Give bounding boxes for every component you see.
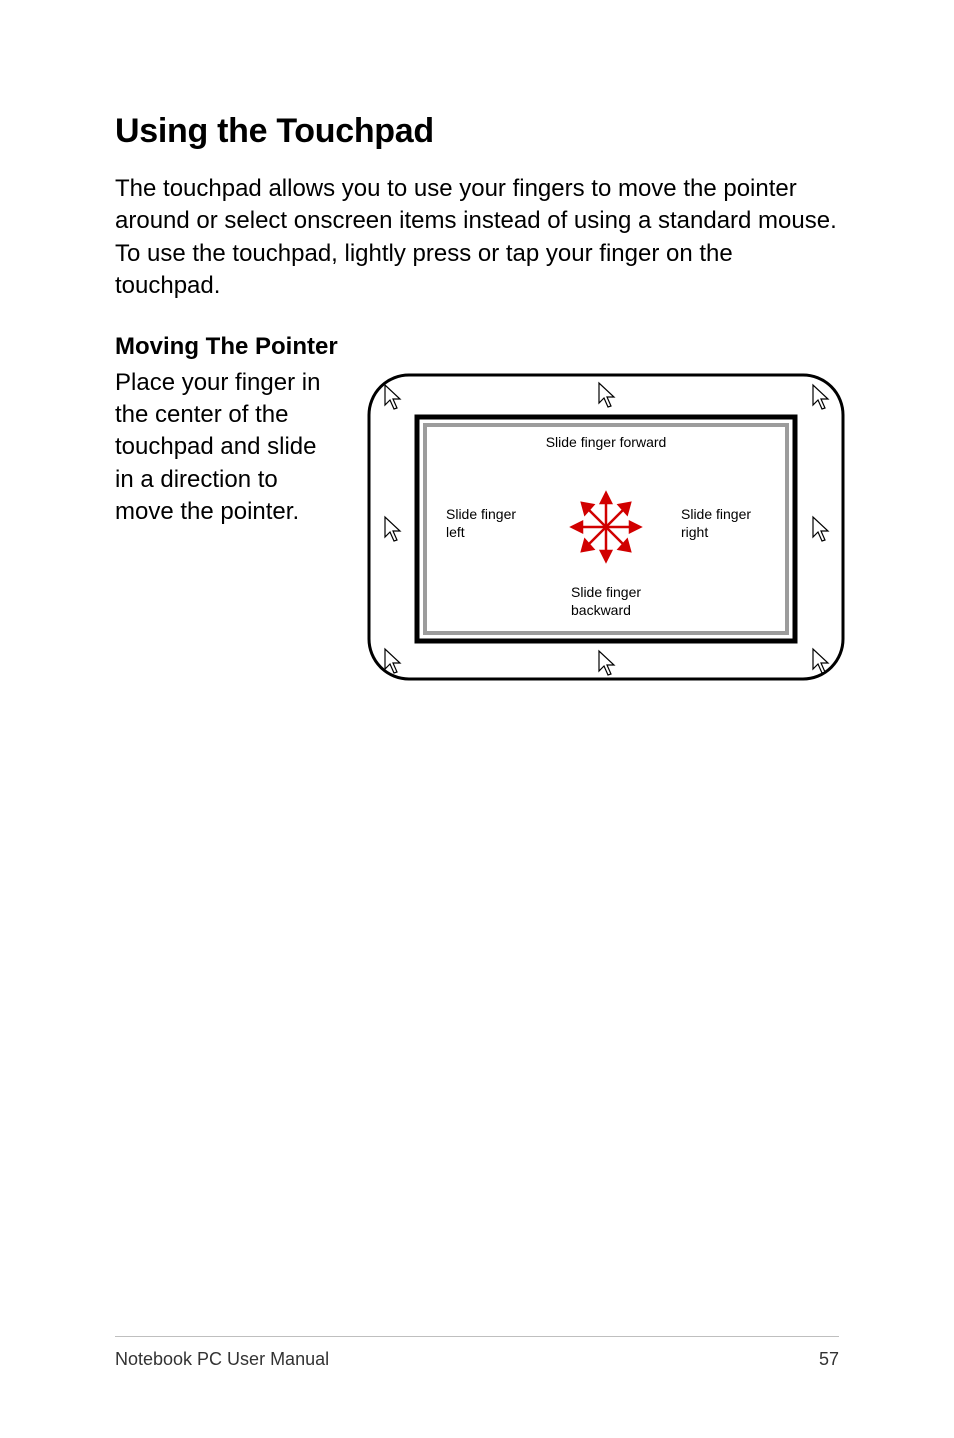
section-intro-text: The touchpad allows you to use your fing…	[115, 173, 839, 303]
cursor-icon	[813, 649, 828, 673]
cursor-icon	[813, 517, 828, 541]
label-left-line2: left	[446, 524, 465, 540]
cursor-icon	[599, 383, 614, 407]
touchpad-diagram: Slide finger forward Slide finger left S…	[361, 367, 839, 687]
touchpad-diagram-svg: Slide finger forward Slide finger left S…	[361, 367, 851, 687]
label-right-line1: Slide finger	[681, 506, 751, 522]
label-left-line1: Slide finger	[446, 506, 516, 522]
cursor-icon	[599, 651, 614, 675]
page-footer: Notebook PC User Manual 57	[115, 1336, 839, 1370]
label-back-line1: Slide finger	[571, 584, 641, 600]
manual-page: Using the Touchpad The touchpad allows y…	[0, 0, 954, 1438]
cursor-icon	[813, 385, 828, 409]
label-back-line2: backward	[571, 602, 631, 618]
pointer-section: Place your finger in the center of the t…	[115, 367, 839, 687]
cursor-icon	[385, 385, 400, 409]
label-forward: Slide finger forward	[546, 434, 667, 450]
footer-manual-title: Notebook PC User Manual	[115, 1349, 329, 1370]
direction-arrows-icon	[572, 493, 640, 561]
cursor-icon	[385, 517, 400, 541]
section-heading: Using the Touchpad	[115, 112, 839, 151]
cursor-icon	[385, 649, 400, 673]
subsection-heading: Moving The Pointer	[115, 333, 839, 361]
footer-page-number: 57	[819, 1349, 839, 1370]
label-right-line2: right	[681, 524, 708, 540]
pointer-instruction-text: Place your finger in the center of the t…	[115, 367, 337, 529]
